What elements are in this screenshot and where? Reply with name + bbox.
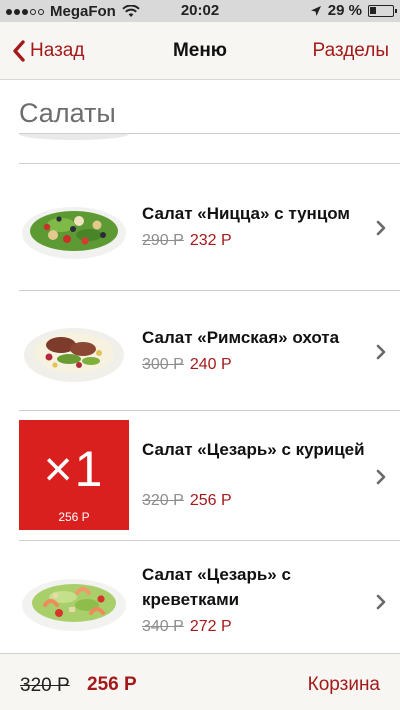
discount-price: 232 Р — [189, 232, 232, 249]
quantity-label: ×1 — [43, 441, 105, 497]
price-group: 300 Р 240 Р — [142, 356, 232, 374]
price-group: 290 Р 232 Р — [142, 232, 232, 250]
dish-photo — [19, 565, 129, 637]
price-group: 340 Р 272 Р — [142, 618, 232, 636]
cart-total: 256 Р — [87, 674, 137, 695]
discount-price: 272 Р — [189, 618, 232, 635]
battery-icon — [368, 4, 397, 17]
discount-price: 240 Р — [189, 356, 232, 373]
cart-button[interactable]: Корзина — [308, 674, 380, 696]
location-arrow-icon — [310, 5, 321, 16]
back-button[interactable]: Назад — [12, 40, 84, 62]
sections-button[interactable]: Разделы — [313, 40, 389, 62]
back-button-label: Назад — [30, 40, 85, 61]
menu-item[interactable]: Салат «Ницца» с тунцом 290 Р 232 Р — [0, 166, 400, 286]
status-bar: MegaFon 20:02 29 % — [0, 0, 400, 22]
cart-bar: 320 Р 256 Р Корзина — [0, 653, 400, 710]
dish-name: Салат «Римская» охота — [142, 328, 340, 347]
discount-price: 256 Р — [189, 492, 232, 509]
dish-name: Салат «Ницца» с тунцом — [142, 204, 351, 223]
status-right-group: 29 % — [310, 2, 397, 19]
divider — [19, 163, 400, 164]
menu-item-selected[interactable]: ×1 256 Р Салат «Цезарь» с курицей 320 Р 2… — [0, 410, 400, 530]
menu-item[interactable]: Салат «Римская» охота 300 Р 240 Р — [0, 290, 400, 410]
chevron-left-icon — [13, 40, 25, 62]
chevron-right-icon — [376, 469, 386, 485]
chevron-right-icon — [376, 594, 386, 610]
section-title: Салаты — [19, 98, 116, 128]
old-price: 300 Р — [142, 356, 184, 373]
old-price: 340 Р — [142, 618, 184, 635]
dish-name: Салат «Цезарь» с курицей — [142, 440, 365, 459]
battery-percent: 29 % — [327, 2, 362, 19]
quantity-tile[interactable]: ×1 256 Р — [19, 420, 129, 530]
quantity-price: 256 Р — [58, 510, 90, 524]
battery-fill — [370, 6, 376, 14]
dish-name: Салат «Цезарь» с креветками — [142, 565, 291, 609]
cart-old-total: 320 Р — [20, 675, 70, 696]
section-divider-shadow — [19, 134, 129, 140]
price-group: 320 Р 256 Р — [142, 492, 232, 510]
chevron-right-icon — [376, 220, 386, 236]
old-price: 320 Р — [142, 492, 184, 509]
menu-item[interactable]: Салат «Цезарь» с креветками 340 Р 272 Р — [0, 540, 400, 660]
dish-photo — [19, 191, 129, 263]
chevron-right-icon — [376, 344, 386, 360]
navigation-bar: Назад Меню Разделы — [0, 22, 400, 80]
dish-photo — [19, 315, 129, 387]
old-price: 290 Р — [142, 232, 184, 249]
